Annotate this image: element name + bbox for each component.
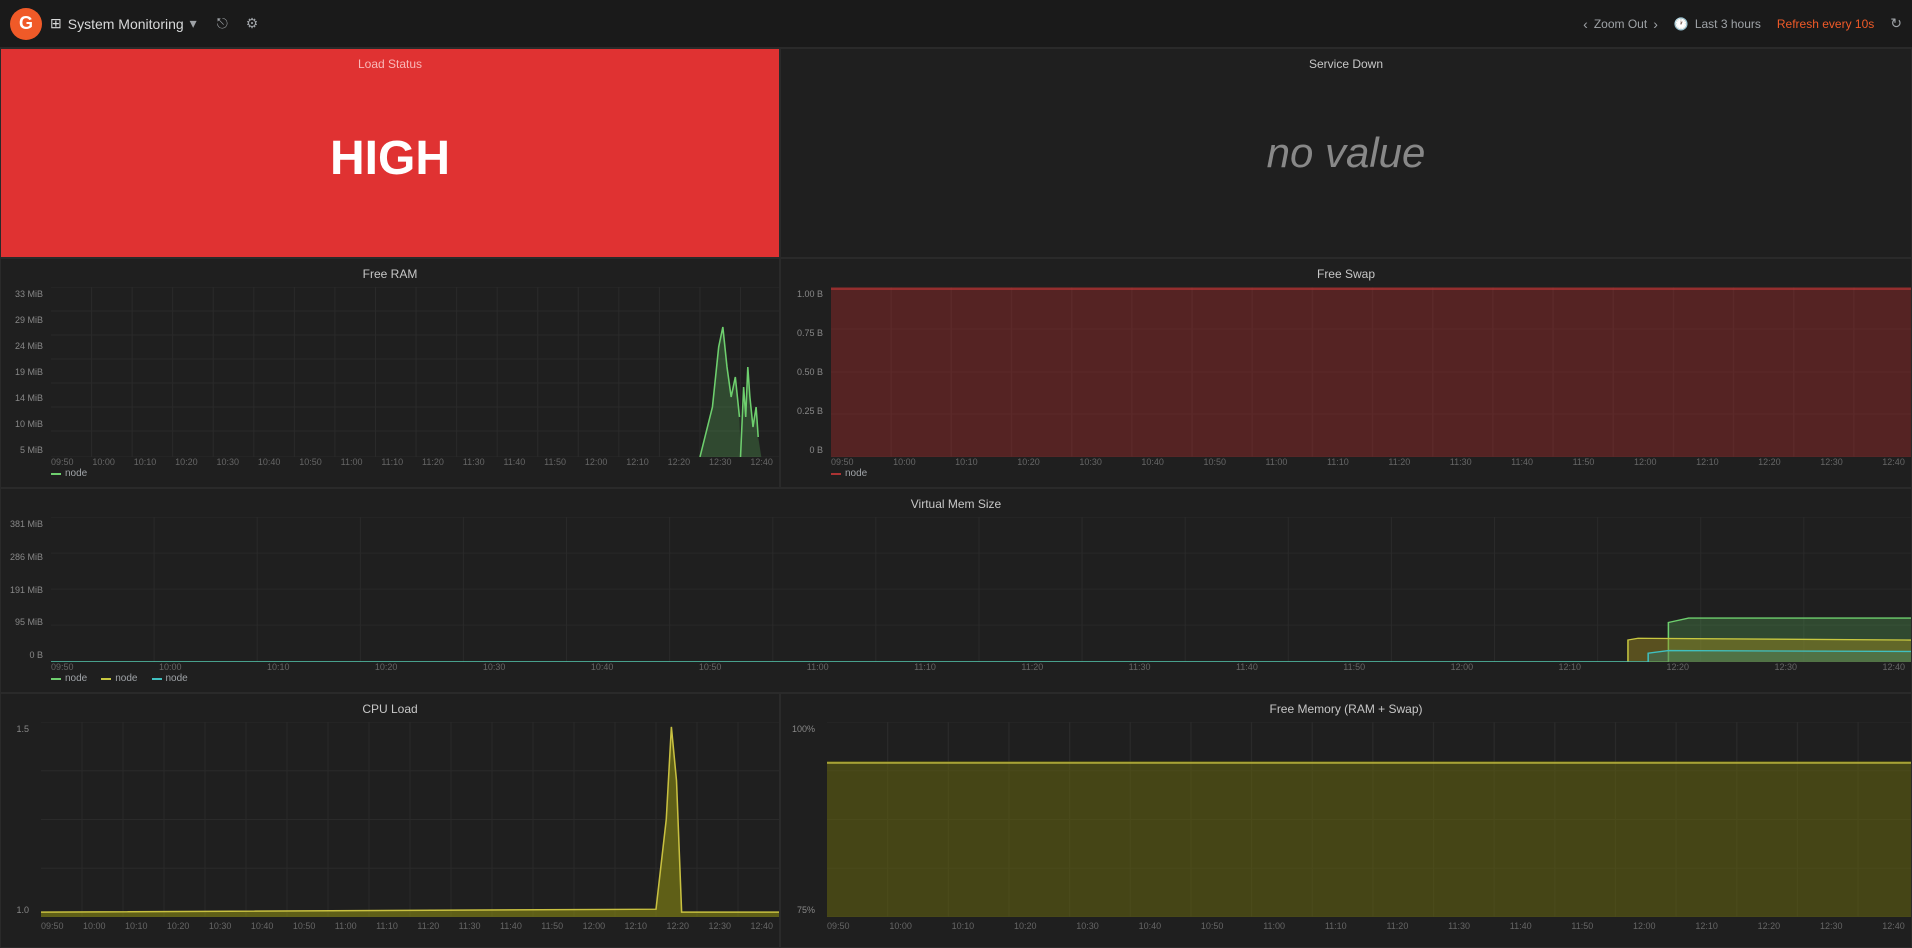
- free-swap-chart: [831, 287, 1911, 457]
- topnav-right: ‹ Zoom Out › 🕐 Last 3 hours Refresh ever…: [1583, 15, 1902, 32]
- virtual-mem-panel: Virtual Mem Size 381 MiB 286 MiB 191 MiB…: [0, 488, 1912, 693]
- dashboard-grid: Load Status HIGH Service Down no value F…: [0, 48, 1912, 940]
- virtual-mem-yaxis: 381 MiB 286 MiB 191 MiB 95 MiB 0 B: [3, 517, 49, 662]
- topnav: G ⊞ System Monitoring ▾ ⎋ ⚙ ‹ Zoom Out ›…: [0, 0, 1912, 48]
- free-swap-title: Free Swap: [781, 267, 1911, 281]
- free-swap-legend: node: [831, 468, 867, 479]
- load-status-panel: Load Status HIGH: [0, 48, 780, 258]
- topnav-actions: ⎋ ⚙: [213, 13, 263, 34]
- free-memory-panel: Free Memory (RAM + Swap) 100% 75%: [780, 693, 1912, 948]
- zoom-next-button[interactable]: ›: [1653, 16, 1658, 32]
- dashboard-title: System Monitoring: [68, 16, 184, 32]
- share-button[interactable]: ⎋: [213, 13, 232, 34]
- load-status-title: Load Status: [1, 57, 779, 71]
- free-swap-xaxis: 09:50 10:00 10:10 10:20 10:30 10:40 10:5…: [831, 457, 1905, 467]
- service-down-panel: Service Down no value: [780, 48, 1912, 258]
- service-down-value: no value: [1267, 129, 1426, 177]
- virtual-mem-legend: node node node: [51, 673, 188, 684]
- free-ram-yaxis: 33 MiB 29 MiB 24 MiB 19 MiB 14 MiB 10 Mi…: [3, 287, 49, 457]
- virtual-mem-chart: [51, 517, 1911, 662]
- apps-grid-icon: ⊞: [50, 15, 62, 32]
- service-down-title: Service Down: [781, 57, 1911, 71]
- time-range-selector[interactable]: 🕐 Last 3 hours: [1674, 17, 1761, 31]
- free-ram-chart: [51, 287, 779, 457]
- free-swap-yaxis: 1.00 B 0.75 B 0.50 B 0.25 B 0 B: [783, 287, 829, 457]
- free-swap-panel: Free Swap 1.00 B 0.75 B 0.50 B 0.25 B 0 …: [780, 258, 1912, 488]
- free-ram-title: Free RAM: [1, 267, 779, 281]
- cpu-load-panel: CPU Load 1.5 1.0: [0, 693, 780, 948]
- free-ram-xaxis: 09:50 10:00 10:10 10:20 10:30 10:40 10:5…: [51, 457, 773, 467]
- zoom-controls: ‹ Zoom Out ›: [1583, 16, 1658, 32]
- refresh-button[interactable]: ↻: [1890, 15, 1902, 32]
- free-memory-yaxis: 100% 75%: [783, 722, 819, 917]
- free-memory-title: Free Memory (RAM + Swap): [781, 702, 1911, 716]
- virtual-mem-title: Virtual Mem Size: [1, 497, 1911, 511]
- time-range-label: Last 3 hours: [1695, 17, 1761, 31]
- cpu-load-chart: [41, 722, 779, 917]
- load-status-value: HIGH: [330, 131, 450, 186]
- cpu-load-xaxis: 09:50 10:00 10:10 10:20 10:30 10:40 10:5…: [41, 921, 773, 931]
- app-logo[interactable]: G: [10, 8, 42, 40]
- free-ram-legend: node: [51, 468, 87, 479]
- zoom-prev-button[interactable]: ‹: [1583, 16, 1588, 32]
- virtual-mem-xaxis: 09:50 10:00 10:10 10:20 10:30 10:40 10:5…: [51, 662, 1905, 672]
- cpu-load-title: CPU Load: [1, 702, 779, 716]
- free-memory-chart: [827, 722, 1911, 917]
- clock-icon: 🕐: [1674, 17, 1689, 31]
- zoom-out-label: Zoom Out: [1594, 17, 1647, 31]
- free-ram-panel: Free RAM 33 MiB 29 MiB 24 MiB 19 MiB 14 …: [0, 258, 780, 488]
- free-memory-xaxis: 09:50 10:00 10:10 10:20 10:30 10:40 10:5…: [827, 921, 1905, 931]
- dropdown-arrow-icon[interactable]: ▾: [190, 15, 197, 32]
- refresh-label[interactable]: Refresh every 10s: [1777, 17, 1874, 31]
- cpu-load-yaxis: 1.5 1.0: [3, 722, 33, 917]
- app-title-area: ⊞ System Monitoring ▾: [50, 15, 197, 32]
- settings-button[interactable]: ⚙: [242, 13, 263, 34]
